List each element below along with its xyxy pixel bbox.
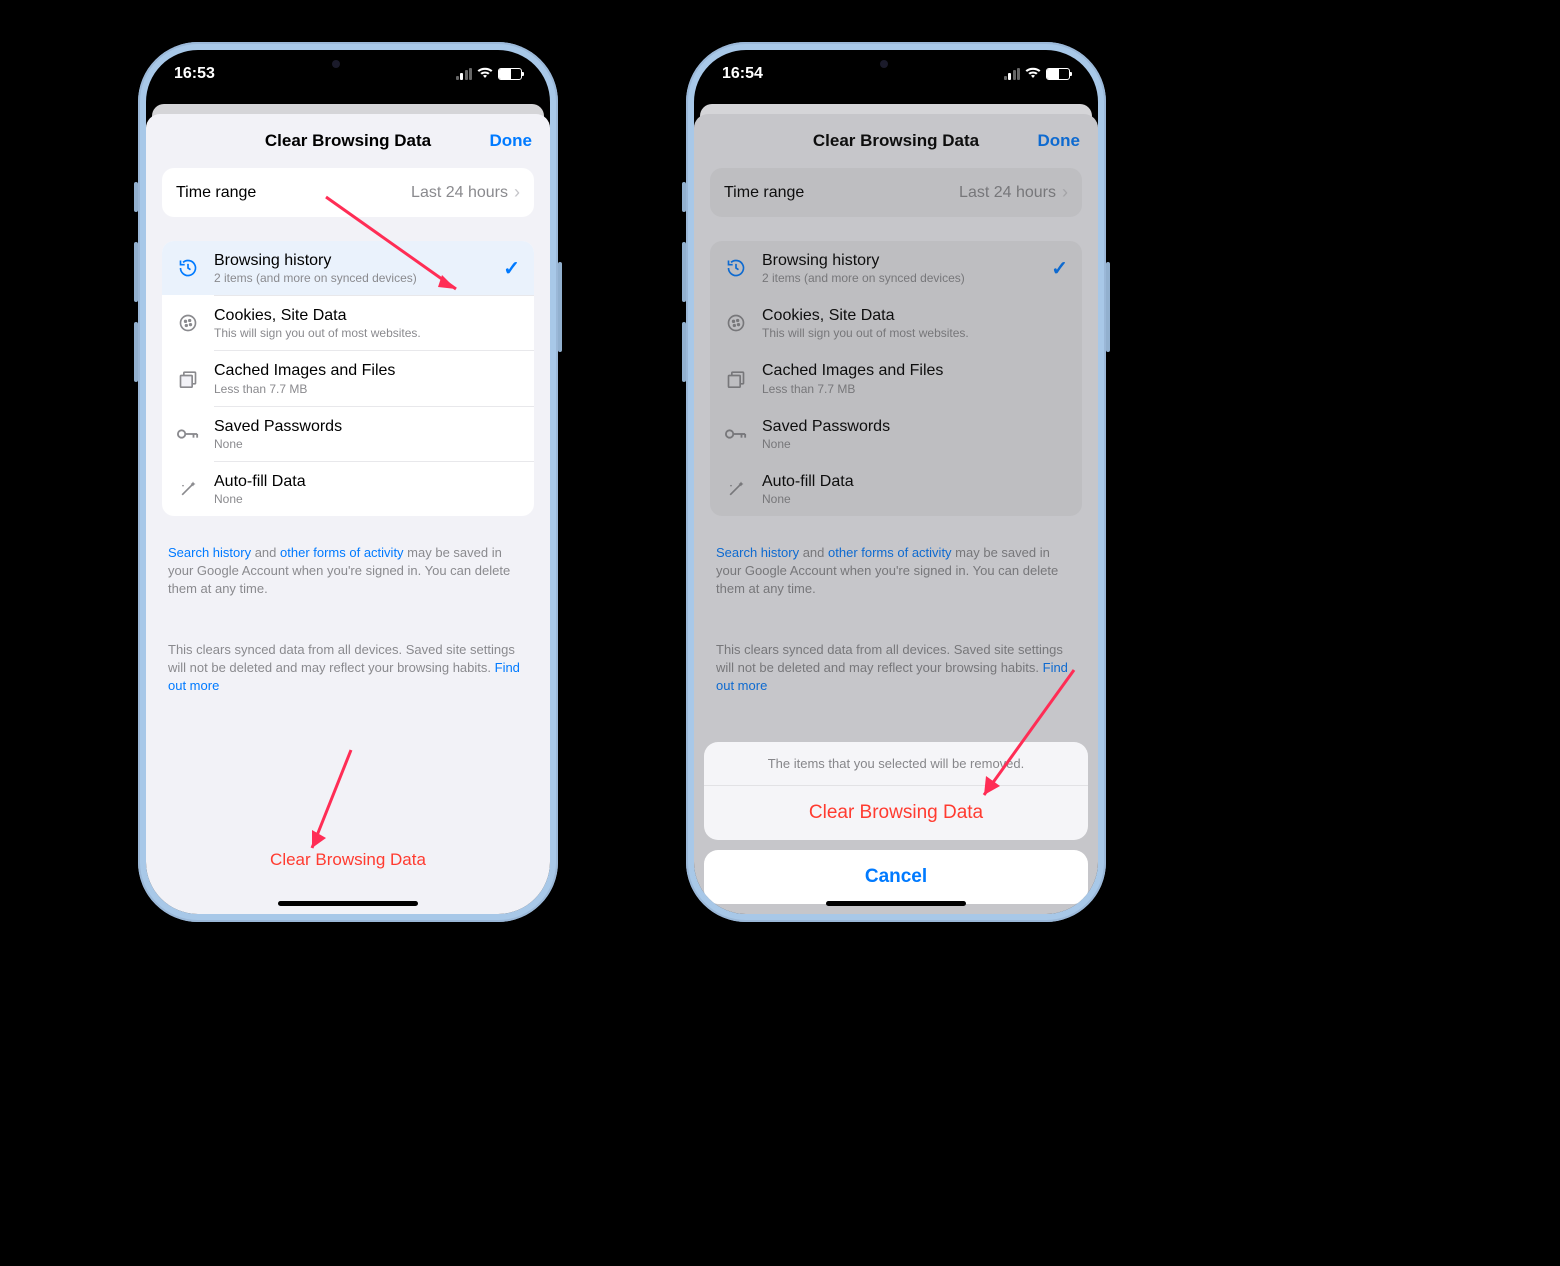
time-range-label: Time range xyxy=(176,184,256,202)
page-title: Clear Browsing Data xyxy=(265,131,431,151)
time-range-value: Last 24 hours xyxy=(411,184,508,202)
wifi-icon xyxy=(1025,66,1041,83)
cookie-icon xyxy=(176,313,200,333)
item-title: Auto-fill Data xyxy=(214,472,520,491)
confirm-clear-button[interactable]: Clear Browsing Data xyxy=(704,786,1088,840)
phone-screen-2: 16:54 Clear Browsing Data Done Time rang… xyxy=(694,50,1098,914)
item-subtitle: None xyxy=(214,492,520,506)
item-title: Saved Passwords xyxy=(214,417,520,436)
phone-screen-1: 16:53 Clear Browsing Data Done Time rang… xyxy=(146,50,550,914)
item-title: Browsing history xyxy=(214,251,489,270)
item-subtitle: 2 items (and more on synced devices) xyxy=(214,271,489,285)
cancel-button[interactable]: Cancel xyxy=(704,850,1088,904)
item-subtitle: This will sign you out of most websites. xyxy=(214,326,520,340)
wifi-icon xyxy=(477,66,493,83)
status-time: 16:54 xyxy=(722,65,763,83)
list-item-cookies[interactable]: Cookies, Site Data This will sign you ou… xyxy=(162,296,534,350)
wand-icon xyxy=(176,479,200,499)
checkmark-icon: ✓ xyxy=(503,256,520,281)
action-sheet: The items that you selected will be remo… xyxy=(704,742,1088,904)
signal-icon xyxy=(456,68,473,80)
search-history-link[interactable]: Search history xyxy=(168,545,251,560)
battery-icon xyxy=(1046,68,1070,80)
time-range-row[interactable]: Time range Last 24 hours › xyxy=(162,168,534,217)
done-button[interactable]: Done xyxy=(490,131,533,151)
history-icon xyxy=(176,258,200,278)
image-icon xyxy=(176,368,200,388)
home-indicator[interactable] xyxy=(826,901,966,906)
data-types-list: Browsing history 2 items (and more on sy… xyxy=(162,241,534,516)
item-subtitle: None xyxy=(214,437,520,451)
key-icon xyxy=(176,427,200,441)
footer-note-1: Search history and other forms of activi… xyxy=(162,532,534,611)
chevron-right-icon: › xyxy=(514,182,520,203)
notch xyxy=(816,50,976,78)
footer-note-2: This clears synced data from all devices… xyxy=(162,629,534,708)
phone-mockup-1: 16:53 Clear Browsing Data Done Time rang… xyxy=(138,42,558,922)
home-indicator[interactable] xyxy=(278,901,418,906)
status-time: 16:53 xyxy=(174,65,215,83)
phone-mockup-2: 16:54 Clear Browsing Data Done Time rang… xyxy=(686,42,1106,922)
other-activity-link[interactable]: other forms of activity xyxy=(280,545,404,560)
list-item-browsing-history[interactable]: Browsing history 2 items (and more on sy… xyxy=(162,241,534,295)
signal-icon xyxy=(1004,68,1021,80)
modal-sheet: Clear Browsing Data Done Time range Last… xyxy=(146,114,550,914)
action-sheet-message: The items that you selected will be remo… xyxy=(704,742,1088,786)
item-title: Cached Images and Files xyxy=(214,361,520,380)
modal-header: Clear Browsing Data Done xyxy=(146,114,550,168)
list-item-cached-images[interactable]: Cached Images and Files Less than 7.7 MB xyxy=(162,351,534,405)
modal-sheet: Clear Browsing Data Done Time range Last… xyxy=(694,114,1098,914)
clear-browsing-data-button[interactable]: Clear Browsing Data xyxy=(146,850,550,870)
battery-icon xyxy=(498,68,522,80)
item-title: Cookies, Site Data xyxy=(214,306,520,325)
item-subtitle: Less than 7.7 MB xyxy=(214,382,520,396)
list-item-passwords[interactable]: Saved Passwords None xyxy=(162,407,534,461)
notch xyxy=(268,50,428,78)
list-item-autofill[interactable]: Auto-fill Data None xyxy=(162,462,534,516)
